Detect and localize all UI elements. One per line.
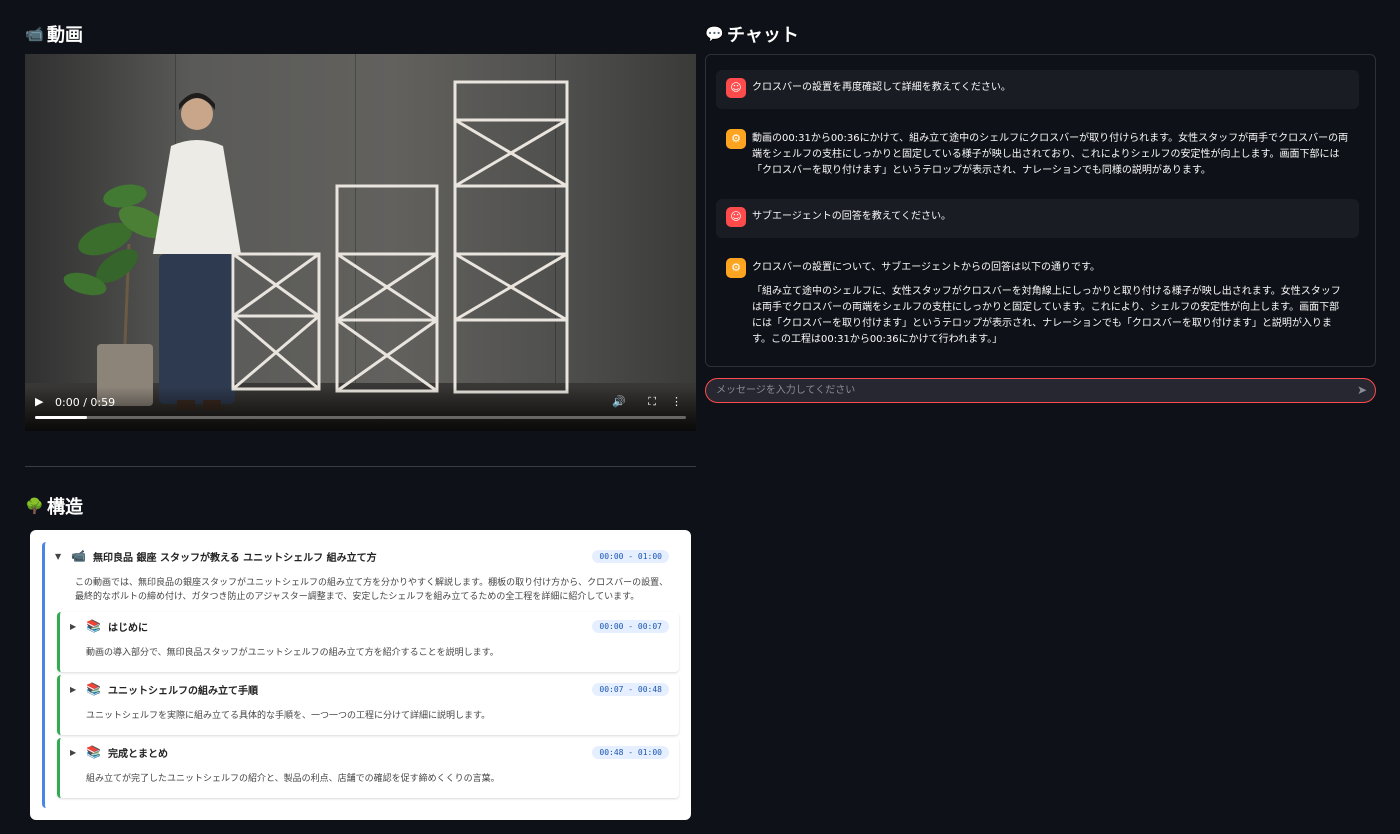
time-badge: 00:00 - 01:00 xyxy=(592,549,669,563)
child-node-description: 組み立てが完了したユニットシェルフの紹介と、製品の利点、店舗での確認を促す締めく… xyxy=(86,774,500,784)
video-section-title: 動画 xyxy=(47,25,83,46)
books-icon: 📚 xyxy=(86,745,101,759)
message-quote: 「組み立て途中のシェルフに、女性スタッフがクロスバーを対角線上にしっかりと取り付… xyxy=(752,286,1341,345)
time-badge: 00:07 - 00:48 xyxy=(592,682,669,696)
shelf-small xyxy=(231,252,321,391)
child-node-description: 動画の導入部分で、無印良品スタッフがユニットシェルフの組み立て方を紹介することを… xyxy=(86,648,499,658)
root-node-title: 無印良品 銀座 スタッフが教える ユニットシェルフ 組み立て方 xyxy=(93,552,377,564)
chat-section-heading: 💬 チャット xyxy=(705,21,799,47)
fullscreen-icon[interactable]: ⛶ xyxy=(648,395,656,409)
structure-panel: ▼ 📹 無印良品 銀座 スタッフが教える ユニットシェルフ 組み立て方 00:0… xyxy=(30,530,691,820)
video-time: 0:00 / 0:59 xyxy=(55,396,116,409)
books-icon: 📚 xyxy=(86,619,101,633)
speech-bubble-icon: 💬 xyxy=(705,25,724,43)
send-icon[interactable]: ➤ xyxy=(1357,383,1367,397)
chat-message-user: ☺ サブエージェントの回答を教えてください。 xyxy=(716,199,1359,238)
structure-section-heading: 🌳 構造 xyxy=(25,493,83,519)
message-text: クロスバーの設置について、サブエージェントからの回答は以下の通りです。 xyxy=(752,262,1100,273)
structure-section-title: 構造 xyxy=(47,497,83,518)
chat-message-assistant: ⚙ クロスバーの設置について、サブエージェントからの回答は以下の通りです。 「組… xyxy=(716,250,1359,356)
child-node-header[interactable]: ▶ 📚 ユニットシェルフの組み立て手順 00:07 - 00:48 xyxy=(60,675,679,703)
child-node-title: 完成とまとめ xyxy=(108,748,168,760)
collapsed-triangle-icon[interactable]: ▶ xyxy=(70,685,86,694)
books-icon: 📚 xyxy=(86,682,101,696)
structure-child-node: ▶ 📚 ユニットシェルフの組み立て手順 00:07 - 00:48 ユニットシェ… xyxy=(57,675,679,735)
child-node-title: ユニットシェルフの組み立て手順 xyxy=(108,685,258,697)
video-camera-icon: 📹 xyxy=(71,549,86,563)
child-node-header[interactable]: ▶ 📚 はじめに 00:00 - 00:07 xyxy=(60,612,679,640)
chat-message-assistant: ⚙ 動画の00:31から00:36にかけて、組み立て途中のシェルフにクロスバーが… xyxy=(716,121,1359,187)
user-avatar-icon: ☺ xyxy=(726,78,746,98)
section-divider xyxy=(25,466,696,467)
more-options-icon[interactable]: ⋮ xyxy=(671,395,682,408)
chat-input[interactable] xyxy=(716,382,1336,399)
video-progress-fill xyxy=(35,416,88,419)
video-camera-icon: 📹 xyxy=(25,25,44,43)
structure-child-node: ▶ 📚 はじめに 00:00 - 00:07 動画の導入部分で、無印良品スタッフ… xyxy=(57,612,679,672)
person xyxy=(153,93,241,410)
user-avatar-icon: ☺ xyxy=(726,207,746,227)
message-text: サブエージェントの回答を教えてください。 xyxy=(752,211,951,222)
time-badge: 00:00 - 00:07 xyxy=(592,619,669,633)
shelf-medium xyxy=(335,184,439,393)
child-node-header[interactable]: ▶ 📚 完成とまとめ 00:48 - 01:00 xyxy=(60,738,679,766)
structure-root-node: ▼ 📹 無印良品 銀座 スタッフが教える ユニットシェルフ 組み立て方 00:0… xyxy=(42,542,679,808)
shelf-tall xyxy=(453,80,569,394)
expanded-triangle-icon[interactable]: ▼ xyxy=(55,552,71,561)
chat-section-title: チャット xyxy=(727,25,799,46)
video-controls: ▶ 0:00 / 0:59 🔊 ⛶ ⋮ xyxy=(25,387,696,431)
plant xyxy=(63,184,168,406)
tree-icon: 🌳 xyxy=(25,497,44,515)
message-text: クロスバーの設置を再度確認して詳細を教えてください。 xyxy=(752,82,1011,93)
video-progress-bar[interactable] xyxy=(35,416,686,419)
root-node-header[interactable]: ▼ 📹 無印良品 銀座 スタッフが教える ユニットシェルフ 組み立て方 00:0… xyxy=(45,542,679,570)
video-section-heading: 📹 動画 xyxy=(25,21,83,47)
time-badge: 00:48 - 01:00 xyxy=(592,745,669,759)
volume-icon[interactable]: 🔊 xyxy=(612,395,626,408)
video-scene xyxy=(63,80,569,410)
root-node-description: この動画では、無印良品の銀座スタッフがユニットシェルフの組み立て方を分かりやすく… xyxy=(75,578,669,602)
chat-input-box[interactable]: ➤ xyxy=(705,378,1376,403)
child-node-description: ユニットシェルフを実際に組み立てる具体的な手順を、一つ一つの工程に分けて詳細に説… xyxy=(86,711,491,721)
chat-message-user: ☺ クロスバーの設置を再度確認して詳細を教えてください。 xyxy=(716,70,1359,109)
play-icon[interactable]: ▶ xyxy=(35,395,43,408)
collapsed-triangle-icon[interactable]: ▶ xyxy=(70,748,86,757)
chat-messages-container[interactable]: ☺ クロスバーの設置を再度確認して詳細を教えてください。 ⚙ 動画の00:31か… xyxy=(705,54,1376,367)
structure-child-node: ▶ 📚 完成とまとめ 00:48 - 01:00 組み立てが完了したユニットシェ… xyxy=(57,738,679,798)
assistant-avatar-icon: ⚙ xyxy=(726,258,746,278)
collapsed-triangle-icon[interactable]: ▶ xyxy=(70,622,86,631)
child-node-title: はじめに xyxy=(108,622,148,634)
assistant-avatar-icon: ⚙ xyxy=(726,129,746,149)
message-text: 動画の00:31から00:36にかけて、組み立て途中のシェルフにクロスバーが取り… xyxy=(752,133,1349,176)
video-player[interactable]: ▶ 0:00 / 0:59 🔊 ⛶ ⋮ xyxy=(25,54,696,431)
